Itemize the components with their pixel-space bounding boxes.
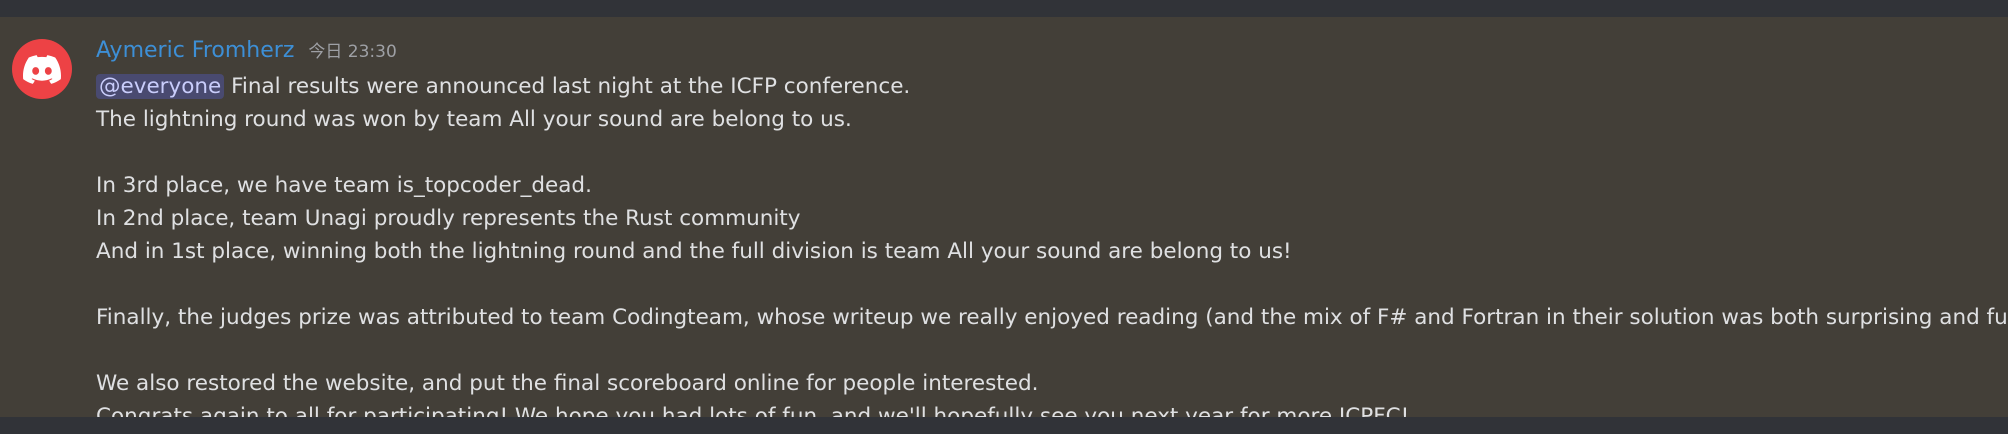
avatar[interactable] xyxy=(12,39,72,99)
previous-message-area xyxy=(0,0,2008,17)
message-timestamp[interactable]: 今日 23:30 xyxy=(308,37,396,62)
author-name[interactable]: Aymeric Fromherz xyxy=(96,38,294,63)
chat-message[interactable]: Aymeric Fromherz 今日 23:30 @everyone Fina… xyxy=(0,17,2008,429)
everyone-mention[interactable]: @everyone xyxy=(96,74,225,99)
next-message-area xyxy=(0,417,2008,434)
message-line-1: @everyone Final results were announced l… xyxy=(96,70,1996,103)
message-content: @everyone Final results were announced l… xyxy=(96,70,2008,433)
message-line-1-text: Final results were announced last night … xyxy=(224,74,911,99)
message-line-3: In 3rd place, we have team is_topcoder_d… xyxy=(96,173,592,198)
message-line-5: And in 1st place, winning both the light… xyxy=(96,239,1292,264)
discord-logo-icon xyxy=(23,54,61,84)
message-header: Aymeric Fromherz 今日 23:30 xyxy=(96,37,397,69)
message-line-7: We also restored the website, and put th… xyxy=(96,371,1039,396)
message-line-2: The lightning round was won by team All … xyxy=(96,107,852,132)
message-line-4: In 2nd place, team Unagi proudly represe… xyxy=(96,206,801,231)
message-line-6: Finally, the judges prize was attributed… xyxy=(96,305,2008,330)
